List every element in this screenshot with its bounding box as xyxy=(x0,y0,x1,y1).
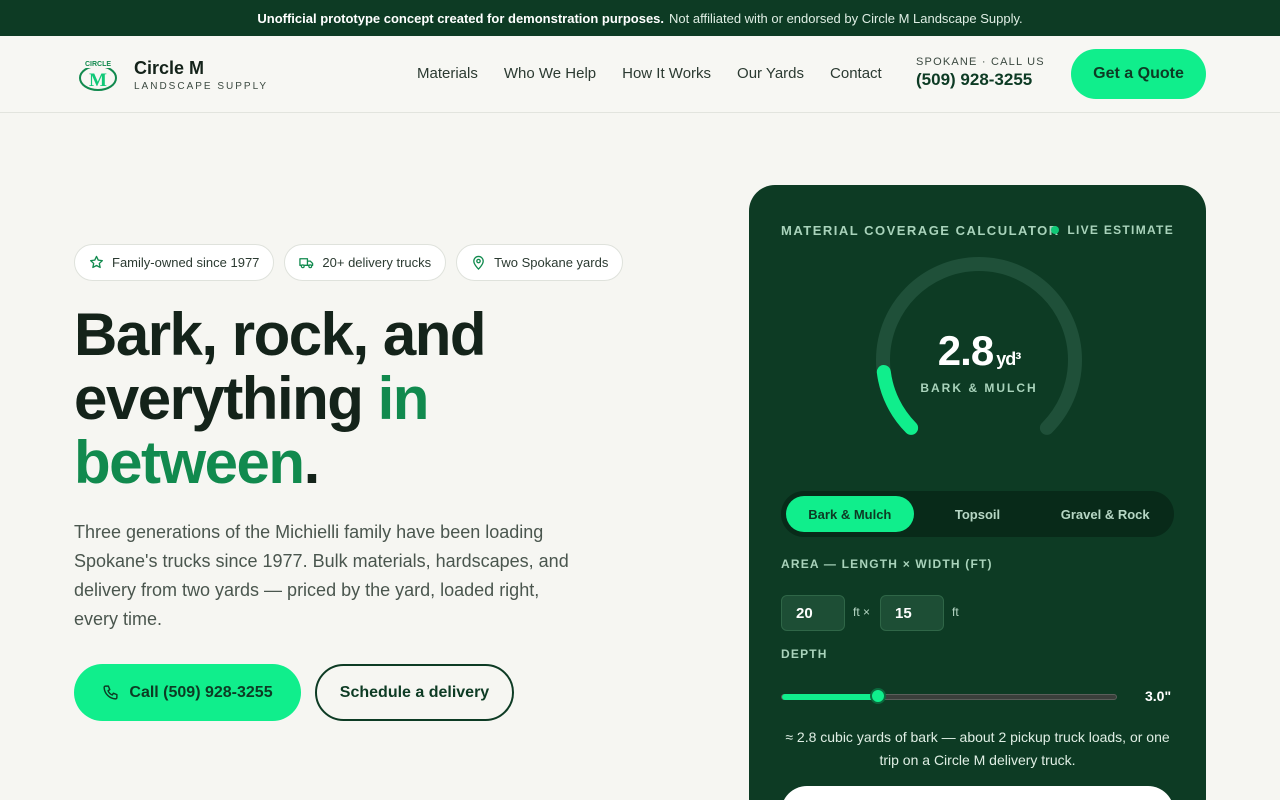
badge-family-owned: Family-owned since 1977 xyxy=(74,244,275,281)
estimate-note: ≈ 2.8 cubic yards of bark — about 2 pick… xyxy=(785,729,1170,768)
disclaimer-bold: Unofficial prototype concept created for… xyxy=(257,10,665,26)
logo-name: Circle M xyxy=(134,57,205,78)
calculator-title: MATERIAL COVERAGE CALCULATOR xyxy=(781,223,1060,238)
tab-topsoil[interactable]: Topsoil xyxy=(914,496,1042,532)
gauge-unit: yd³ xyxy=(996,349,1021,369)
phone-icon xyxy=(103,685,118,700)
length-input[interactable] xyxy=(781,595,845,631)
gauge-value: 2.8 yd³ xyxy=(867,327,1091,375)
badge-yards: Two Spokane yards xyxy=(456,244,624,281)
depth-slider-fill xyxy=(782,694,880,700)
hero-badges: Family-owned since 1977 20+ delivery tru… xyxy=(74,244,624,281)
depth-slider-track[interactable] xyxy=(781,694,1117,700)
header-phone[interactable]: SPOKANE · CALL US (509) 928-3255 xyxy=(916,56,1045,90)
get-quote-button[interactable]: Get a Quote xyxy=(1071,49,1206,99)
material-tabs: Bark & Mulch Topsoil Gravel & Rock xyxy=(781,491,1174,537)
badge-label: Family-owned since 1977 xyxy=(112,255,260,270)
call-button-label: Call (509) 928-3255 xyxy=(129,683,273,701)
logo-mark-text: CIRCLE xyxy=(85,61,111,68)
nav-contact[interactable]: Contact xyxy=(830,65,882,82)
hero-title-line1: Bark, rock, and xyxy=(74,301,487,368)
live-estimate-indicator: LIVE ESTIMATE xyxy=(1051,223,1174,237)
nav-our-yards[interactable]: Our Yards xyxy=(737,65,804,82)
hero-title-accent: in xyxy=(377,365,430,432)
disclaimer-text: Not affiliated with or endorsed by Circl… xyxy=(669,10,1023,26)
tab-gravel-rock[interactable]: Gravel & Rock xyxy=(1041,496,1169,532)
nav-how-it-works[interactable]: How It Works xyxy=(622,65,711,82)
calculator-action-button[interactable] xyxy=(781,786,1174,800)
live-estimate-label: LIVE ESTIMATE xyxy=(1067,223,1174,237)
depth-label: DEPTH xyxy=(781,647,828,661)
map-pin-icon xyxy=(473,255,485,270)
nav-who-we-help[interactable]: Who We Help xyxy=(504,65,596,82)
circle-m-logo-icon: CIRCLE M xyxy=(79,60,117,91)
badge-delivery-trucks: 20+ delivery trucks xyxy=(284,244,447,281)
phone-number[interactable]: (509) 928-3255 xyxy=(916,70,1045,90)
hero-title-period: . xyxy=(303,429,321,496)
phone-label: SPOKANE · CALL US xyxy=(916,56,1045,68)
schedule-delivery-button[interactable]: Schedule a delivery xyxy=(315,664,514,721)
badge-label: 20+ delivery trucks xyxy=(322,255,432,270)
logo-mark-letter: M xyxy=(89,70,107,91)
gauge-label: BARK & MULCH xyxy=(920,381,1038,395)
hero-description: Three generations of the Michielli famil… xyxy=(74,522,569,629)
area-label: AREA — LENGTH × WIDTH (FT) xyxy=(781,557,993,571)
call-button[interactable]: Call (509) 928-3255 xyxy=(74,664,301,721)
coverage-calculator: MATERIAL COVERAGE CALCULATOR LIVE ESTIMA… xyxy=(749,185,1206,800)
tab-bark-mulch[interactable]: Bark & Mulch xyxy=(786,496,914,532)
length-unit: ft × xyxy=(853,605,871,619)
main-nav: Materials Who We Help How It Works Our Y… xyxy=(417,65,882,82)
nav-materials[interactable]: Materials xyxy=(417,65,478,82)
width-input[interactable] xyxy=(880,595,944,631)
disclaimer-banner: Unofficial prototype concept created for… xyxy=(0,0,1280,36)
hero-title: Bark, rock, and everything in between. xyxy=(74,303,674,495)
hero-title-accent-2: between xyxy=(74,429,305,496)
width-unit: ft xyxy=(952,605,959,619)
depth-slider-thumb[interactable] xyxy=(870,688,887,704)
gauge-number: 2.8 xyxy=(937,327,994,374)
hero-title-line2: everything xyxy=(74,365,378,432)
truck-icon xyxy=(299,258,314,269)
depth-value: 3.0" xyxy=(1145,688,1172,704)
site-header: CIRCLE M Circle M LANDSCAPE SUPPLY Mater… xyxy=(0,36,1280,113)
badge-label: Two Spokane yards xyxy=(494,255,609,270)
logo[interactable]: CIRCLE M Circle M LANDSCAPE SUPPLY xyxy=(78,58,268,92)
star-icon xyxy=(90,255,103,269)
logo-subtitle: LANDSCAPE SUPPLY xyxy=(134,80,269,92)
live-dot-icon xyxy=(1051,226,1060,234)
